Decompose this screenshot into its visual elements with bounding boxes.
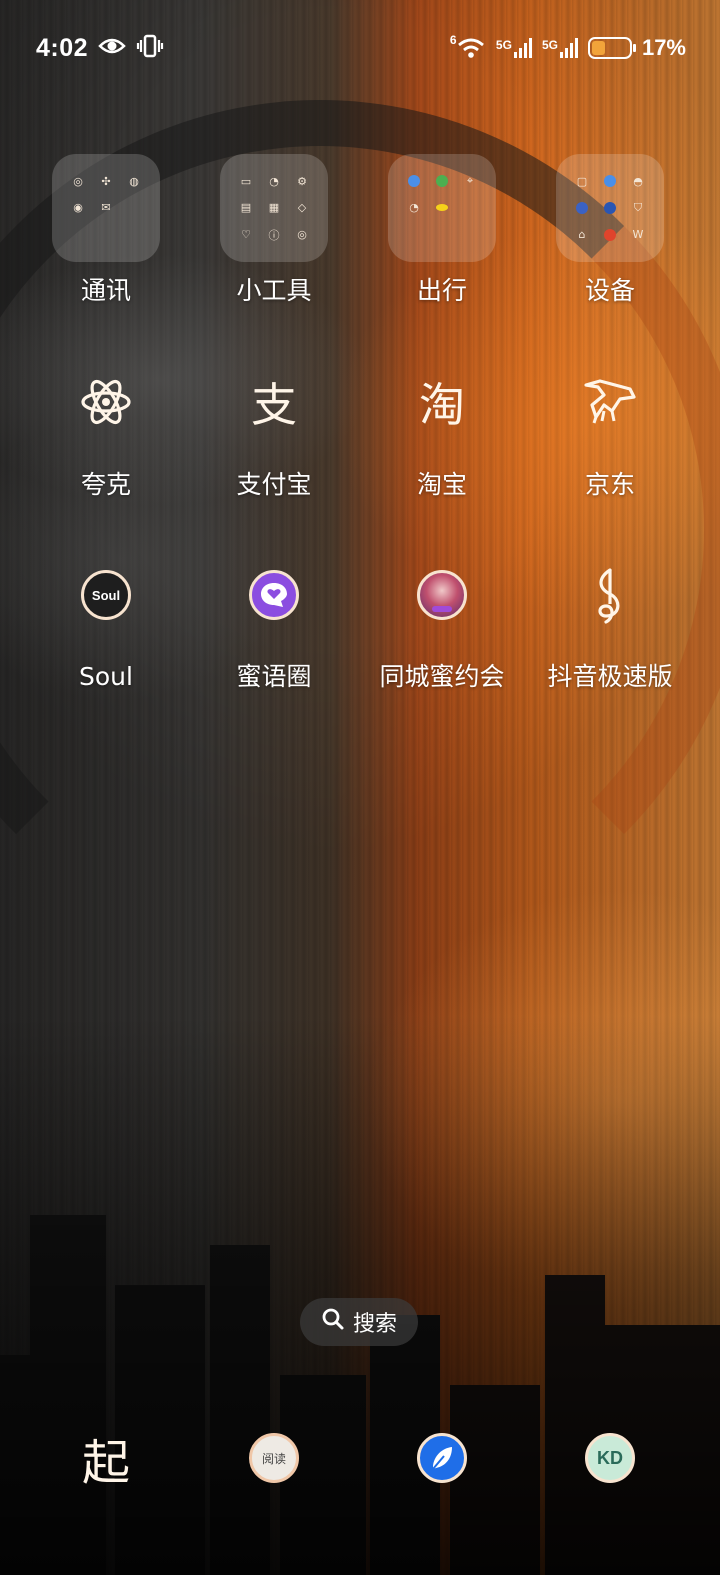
circle-icon <box>596 221 624 248</box>
clock-icon: ◉ <box>73 201 83 215</box>
folder-label-tools: 小工具 <box>236 276 312 305</box>
folder-label-communication: 通讯 <box>80 276 131 305</box>
grid-icon: ✣ <box>101 174 111 188</box>
atom-icon[interactable] <box>66 362 146 442</box>
app-icon <box>596 168 624 195</box>
eye-icon <box>98 36 126 61</box>
wifi-icon: 6 <box>450 33 486 61</box>
app-label-soul: Soul <box>79 662 133 691</box>
folder-label-devices: 设备 <box>584 276 635 305</box>
settings-icon: ⚙ <box>297 174 307 188</box>
kd-icon-text: KD <box>597 1447 623 1468</box>
bike-icon <box>428 195 456 222</box>
battery-percentage: 17% <box>641 35 686 60</box>
doc-icon: ▤ <box>240 201 252 215</box>
folder-label-travel: 出行 <box>416 276 467 305</box>
status-time: 4:02 <box>36 33 89 62</box>
phone-icon: ▢ <box>576 174 588 188</box>
folder-tools[interactable]: ▭ ◔ ⚙ ▤ ▦ ◇ ♡ ⓘ ◎ <box>220 154 328 262</box>
app-label-alipay: 支付宝 <box>236 470 312 499</box>
mail-icon: ✉ <box>101 201 111 215</box>
chat-heart-icon[interactable] <box>249 570 299 620</box>
facebook-icon <box>568 195 596 222</box>
vibrate-icon <box>136 34 164 63</box>
signal-icon: 5G <box>496 38 532 58</box>
shield-icon: ⛉ <box>633 200 643 214</box>
compass-icon: ◔ <box>269 174 279 188</box>
status-bar: 4:02 6 5G 5G 17% <box>0 0 720 96</box>
app-label-miyuquan: 蜜语圈 <box>236 662 312 691</box>
text-icon: W <box>632 228 644 242</box>
wallpaper-skyline <box>0 1135 720 1575</box>
info-icon: ⓘ <box>268 228 280 242</box>
lock-icon: ⌂ <box>578 228 586 242</box>
sim2-network: 5G <box>541 38 558 52</box>
mic-icon: ◓ <box>633 174 643 188</box>
app-label-douyin-lite: 抖音极速版 <box>547 662 673 691</box>
taobao-icon[interactable]: 淘 <box>402 362 482 442</box>
eye-icon: ◇ <box>297 201 307 215</box>
car-icon <box>428 168 456 195</box>
reader-icon[interactable]: 阅读 <box>249 1433 299 1483</box>
wind-icon: ◎ <box>297 228 307 242</box>
search-button[interactable]: 搜索 <box>300 1298 418 1346</box>
feather-icon[interactable] <box>417 1433 467 1483</box>
folder-communication[interactable]: ◎ ✣ ◍ ◉ ✉ <box>52 154 160 262</box>
folder-devices[interactable]: ▢ ◓ ⛉ ⌂ W <box>556 154 664 262</box>
reader-icon-text: 阅读 <box>261 1451 286 1466</box>
globe-icon <box>596 195 624 222</box>
app-label-taobao: 淘宝 <box>416 470 467 499</box>
search-icon <box>321 1307 345 1337</box>
pin-icon: ⌖ <box>466 174 474 188</box>
search-label: 搜索 <box>352 1312 397 1337</box>
app-label-quark: 夸克 <box>80 470 131 499</box>
folder-travel[interactable]: ⌖ ◔ <box>388 154 496 262</box>
kd-icon[interactable]: KD <box>585 1433 635 1483</box>
folder-icon: ▭ <box>240 174 252 188</box>
sim1-network: 5G <box>495 38 512 52</box>
clock-icon: ◔ <box>409 201 419 215</box>
calc-icon: ▦ <box>268 201 280 215</box>
battery-icon <box>587 37 636 59</box>
phone-icon: ◎ <box>73 174 83 188</box>
soul-icon[interactable]: Soul <box>81 570 131 620</box>
diamond-icon: ♡ <box>241 228 251 242</box>
music-note-icon[interactable] <box>570 554 650 634</box>
jd-dog-icon[interactable] <box>570 362 650 442</box>
map-icon <box>400 168 428 195</box>
app-label-tongcheng: 同城蜜约会 <box>379 662 505 691</box>
alipay-icon[interactable]: 支 <box>234 362 314 442</box>
portrait-icon[interactable] <box>417 570 467 620</box>
signal-icon: 5G <box>542 38 578 58</box>
battery-fill <box>591 41 605 55</box>
soul-badge-text: Soul <box>91 587 121 603</box>
qidian-icon[interactable]: 起 <box>66 1418 146 1498</box>
app-label-jd: 京东 <box>584 470 635 499</box>
message-icon: ◍ <box>129 174 139 188</box>
